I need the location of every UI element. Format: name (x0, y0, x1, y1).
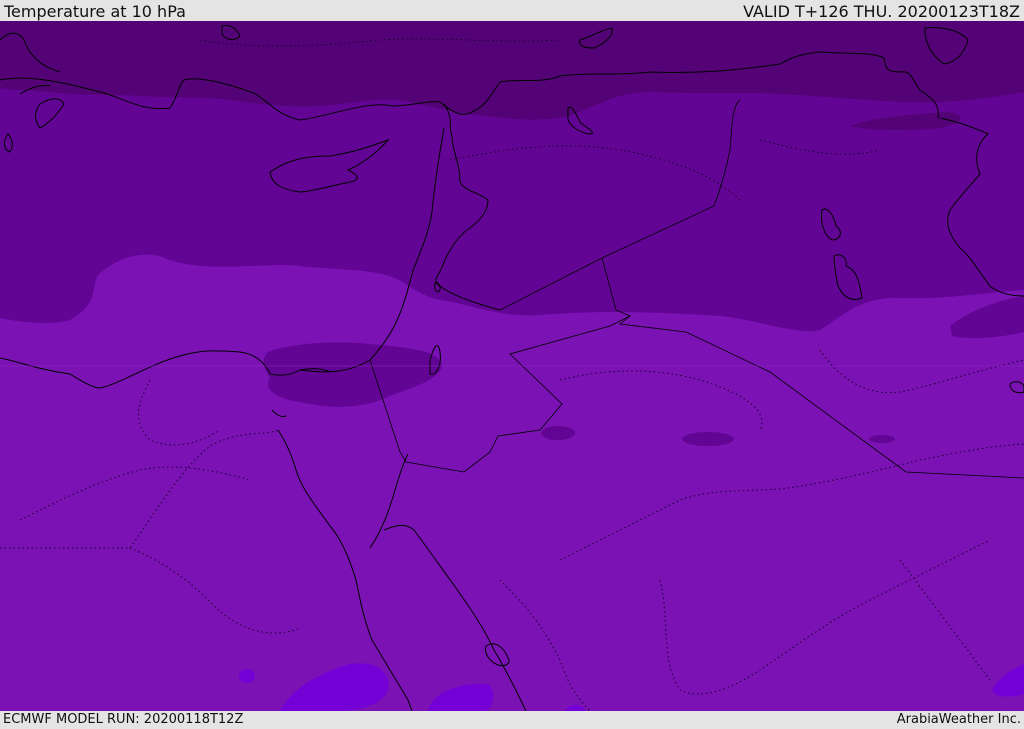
map-title: Temperature at 10 hPa (4, 2, 186, 21)
temperature-band-dark (869, 435, 895, 443)
temperature-band-dark (541, 426, 575, 440)
credit-label: ArabiaWeather Inc. (896, 712, 1021, 727)
map-canvas (0, 21, 1024, 711)
temperature-band-dark (682, 432, 734, 446)
header-bar: Temperature at 10 hPa VALID T+126 THU. 2… (0, 0, 1024, 21)
valid-time: VALID T+126 THU. 20200123T18Z (743, 2, 1020, 21)
model-run-label: ECMWF MODEL RUN: 20200118T12Z (3, 712, 244, 727)
footer-bar: ECMWF MODEL RUN: 20200118T12Z ArabiaWeat… (0, 711, 1024, 729)
temperature-band-light (239, 669, 255, 683)
weather-map (0, 21, 1024, 711)
